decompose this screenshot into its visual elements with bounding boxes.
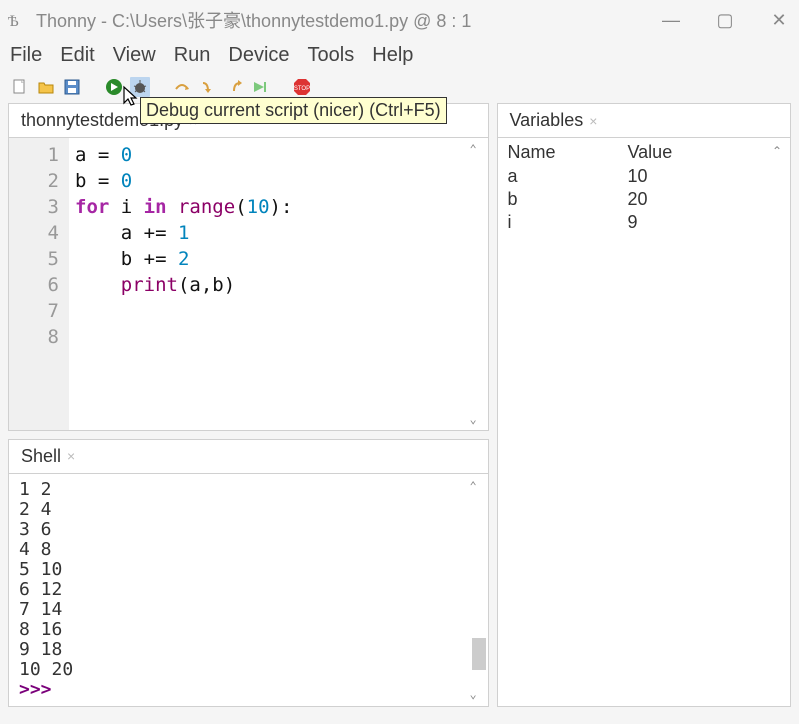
shell-tab[interactable]: Shell × [15, 442, 85, 471]
open-file-icon[interactable] [36, 77, 56, 97]
new-file-icon[interactable] [10, 77, 30, 97]
step-into-icon[interactable] [198, 77, 218, 97]
scroll-up-icon[interactable]: ⌃ [470, 476, 486, 496]
scroll-down-icon[interactable]: ⌄ [470, 412, 488, 426]
scroll-thumb[interactable] [472, 638, 486, 670]
scroll-down-icon[interactable]: ⌄ [470, 684, 486, 704]
code-editor[interactable]: 12345678 a = 0b = 0for i in range(10): a… [9, 138, 488, 430]
maximize-button[interactable]: ▢ [713, 10, 737, 31]
stop-icon[interactable]: STOP [292, 77, 312, 97]
svg-text:Ѣ: Ѣ [8, 13, 19, 30]
line-gutter: 12345678 [9, 138, 69, 430]
run-icon[interactable] [104, 77, 124, 97]
variable-value: 20 [628, 189, 781, 210]
menu-bar: File Edit View Run Device Tools Help [0, 40, 799, 75]
shell-panel: Shell × 1 22 43 64 85 106 127 148 169 18… [8, 439, 489, 707]
scroll-up-icon[interactable]: ⌃ [470, 142, 488, 156]
variable-row[interactable]: i9 [498, 211, 791, 234]
menu-device[interactable]: Device [228, 44, 289, 67]
editor-scrollbar[interactable]: ⌃ ⌄ [470, 142, 488, 426]
menu-tools[interactable]: Tools [308, 44, 355, 67]
variable-name: i [508, 212, 628, 233]
variables-scrollbar[interactable]: ⌃ [772, 144, 790, 702]
menu-view[interactable]: View [113, 44, 156, 67]
variables-tab[interactable]: Variables × [504, 106, 608, 135]
scroll-up-icon[interactable]: ⌃ [772, 144, 790, 158]
app-logo-icon: Ѣ [8, 10, 28, 30]
minimize-button[interactable]: — [659, 10, 683, 31]
variable-row[interactable]: b20 [498, 188, 791, 211]
variable-value: 10 [628, 166, 781, 187]
toolbar: STOP Debug current script (nicer) (Ctrl+… [0, 75, 799, 103]
save-file-icon[interactable] [62, 77, 82, 97]
variable-name: b [508, 189, 628, 210]
menu-file[interactable]: File [10, 44, 42, 67]
step-over-icon[interactable] [172, 77, 192, 97]
shell-output[interactable]: 1 22 43 64 85 106 127 148 169 1810 20>>>… [9, 474, 488, 706]
step-out-icon[interactable] [224, 77, 244, 97]
shell-tab-label: Shell [21, 446, 61, 467]
close-button[interactable]: ✕ [767, 10, 791, 31]
code-area[interactable]: a = 0b = 0for i in range(10): a += 1 b +… [69, 138, 488, 430]
menu-edit[interactable]: Edit [60, 44, 94, 67]
close-icon[interactable]: × [67, 448, 75, 464]
svg-text:STOP: STOP [294, 86, 310, 92]
variable-name: a [508, 166, 628, 187]
variable-name-header: Name [508, 142, 628, 163]
debug-tooltip: Debug current script (nicer) (Ctrl+F5) [140, 97, 447, 124]
resume-icon[interactable] [250, 77, 270, 97]
editor-panel: thonnytestdemo1.py × 12345678 a = 0b = 0… [8, 103, 489, 431]
variables-panel: Variables × Name Value a10b20i9 ⌃ [497, 103, 792, 707]
variables-body: Name Value a10b20i9 ⌃ [498, 138, 791, 706]
title-bar: Ѣ Thonny - C:\Users\张子豪\thonnytestdemo1.… [0, 0, 799, 40]
menu-run[interactable]: Run [174, 44, 211, 67]
debug-icon[interactable] [130, 77, 150, 97]
window-title: Thonny - C:\Users\张子豪\thonnytestdemo1.py… [36, 7, 659, 33]
variable-value: 9 [628, 212, 781, 233]
variable-row[interactable]: a10 [498, 165, 791, 188]
variables-tab-label: Variables [510, 110, 584, 131]
workspace: thonnytestdemo1.py × 12345678 a = 0b = 0… [0, 103, 799, 707]
menu-help[interactable]: Help [372, 44, 413, 67]
variable-value-header: Value [628, 142, 781, 163]
close-icon[interactable]: × [589, 113, 597, 129]
